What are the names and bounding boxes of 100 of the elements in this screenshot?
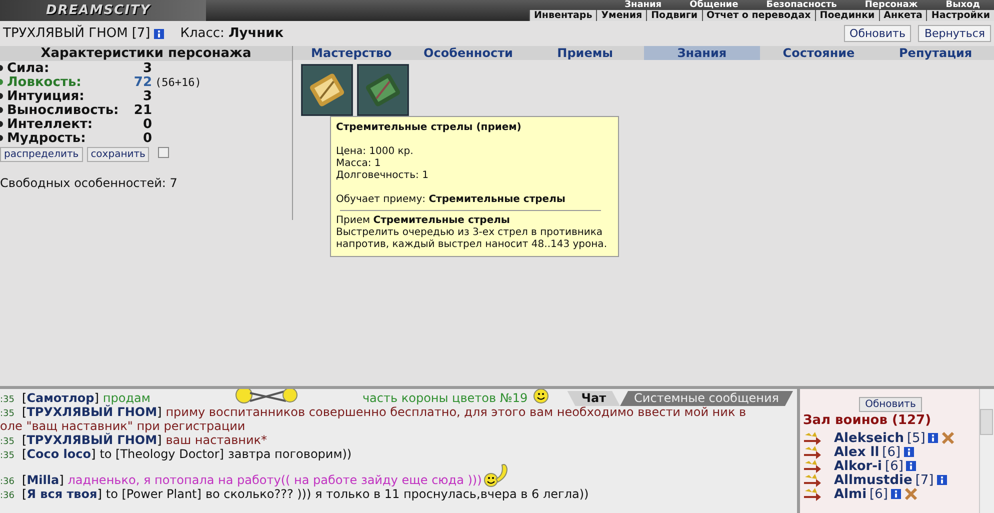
message-text: оле "ващ наставник" при регистрации (0, 419, 246, 433)
info-icon (936, 475, 947, 485)
tab[interactable]: Приемы (526, 46, 644, 60)
player-name[interactable]: Alex ll (834, 444, 880, 460)
message-time: :35 (0, 437, 16, 447)
message-time: :36 (0, 477, 16, 487)
menu-link[interactable]: Анкета (878, 10, 926, 21)
menu-link[interactable]: Инвентарь (528, 10, 596, 21)
player-level: [5] (906, 430, 926, 446)
sender-name[interactable]: [Milla] (22, 473, 64, 487)
player-name[interactable]: Allmustdie (834, 472, 912, 488)
free-points: Свободных особенностей: 7 (0, 176, 178, 190)
cross-icon (941, 431, 956, 445)
info-icon (928, 433, 938, 443)
sender-name[interactable]: [Я вся твоя] (22, 487, 102, 501)
message-text: ладненько, я потопала на работу(( на работе зайду еще сюда ))) (68, 473, 482, 487)
tooltip-line: Масса: 1 (336, 158, 382, 170)
stat-name: Ловкость: (7, 74, 82, 90)
cross-icon (904, 487, 918, 501)
logo: DREAMSCITY (0, 0, 206, 21)
tooltip-line: Долговечность: 1 (336, 170, 430, 182)
smileys-drawing (234, 389, 298, 405)
stats-button[interactable]: распределить (0, 147, 83, 162)
menu-link[interactable]: Подвиги (646, 10, 702, 21)
arrow-icon (803, 458, 821, 474)
arrow-icon (803, 444, 821, 460)
arrow-icon (803, 472, 821, 488)
menu-link[interactable]: Персонаж (850, 0, 932, 10)
info-icon (890, 489, 901, 499)
recipient: to [Theology Doctor] (100, 447, 224, 461)
tooltip-line: Цена: 1000 кр. (336, 146, 414, 158)
arrow-icon (803, 430, 821, 446)
tooltip-line: Прием Стремительные стрелы (336, 215, 511, 227)
scroll-icon (357, 64, 409, 116)
message-text: ваш наставник* (166, 433, 268, 447)
arrow-icon (803, 486, 821, 502)
player-name[interactable]: Alkor-i (834, 458, 882, 474)
chat-tab[interactable]: Системные сообщения (620, 391, 793, 406)
message-time: :35 (0, 451, 16, 461)
class-label: Класс: (180, 26, 224, 41)
tab[interactable]: Особенности (410, 46, 527, 60)
menu-link[interactable]: Выход (932, 0, 994, 10)
stat-value: 0 (142, 116, 152, 132)
tab[interactable]: Репутация (877, 46, 994, 60)
player-level: [7] (915, 472, 934, 488)
message-text: во сколько??? ))) я только в 11 проснулась,вчера в 6 легла)) (205, 487, 589, 501)
tooltip-title: Стремительные стрелы (прием) (336, 122, 522, 134)
menu-link[interactable]: Настройки (926, 10, 994, 21)
player-name[interactable]: Alekseich (834, 430, 904, 446)
menu-link[interactable]: Поединки (814, 10, 879, 21)
character-name: ТРУХЛЯВЫЙ ГНОМ (3, 26, 128, 41)
message-text: приму воспитанников совершенно бесплатно, для этого вам необходимо ввести мой ник в (166, 405, 746, 419)
tab[interactable]: Состояние (760, 46, 878, 60)
sender-name[interactable]: [ТРУХЛЯВЫЙ ГНОМ] (22, 405, 162, 419)
character-level: [7] (132, 26, 150, 41)
stat-value: 72 (132, 74, 152, 90)
stat-value: 21 (132, 102, 152, 118)
waving-smiley-icon (482, 462, 510, 487)
sender-name[interactable]: [ТРУХЛЯВЫЙ ГНОМ] (22, 433, 162, 447)
stat-name: Интеллект: (7, 116, 94, 132)
menu-link[interactable]: Общение (676, 0, 752, 10)
stat-name: Интуиция: (7, 88, 86, 104)
info-icon (906, 461, 916, 471)
menu-link[interactable]: Умения (596, 10, 646, 21)
sender-name[interactable]: [Самотлор] (22, 391, 99, 405)
refresh-button[interactable]: Обновить (859, 397, 922, 412)
menu-link[interactable]: Отчет о переводах (702, 10, 815, 21)
message-text: часть короны цветов №19 (362, 391, 528, 405)
stat-value: 3 (142, 60, 152, 76)
tooltip-line: Обучает приему: Стремительные стрелы (336, 194, 566, 206)
class-name: Лучник (228, 26, 284, 41)
menu-link[interactable]: Безопасность (752, 0, 851, 10)
stat-name: Выносливость: (7, 102, 120, 118)
hall-title: Зал воинов (127) (803, 413, 932, 428)
recipient: to [Power Plant] (106, 487, 202, 501)
player-level: [6] (885, 458, 904, 474)
tab[interactable]: Мастерство (293, 46, 410, 60)
message-text: завтра поговорим)) (228, 447, 352, 461)
stat-name: Сила: (7, 60, 50, 76)
message-text: продам (102, 391, 150, 405)
checkbox[interactable] (158, 147, 170, 158)
player-level: [6] (882, 444, 901, 460)
player-name[interactable]: Almi (834, 486, 867, 502)
menu-link[interactable]: Знания (610, 0, 676, 10)
message-time: :35 (0, 409, 16, 419)
message-time: :36 (0, 491, 16, 501)
scrollbar[interactable] (979, 389, 994, 513)
header-button[interactable]: Вернуться (918, 25, 991, 42)
info-icon (904, 447, 914, 457)
stats-button[interactable]: сохранить (86, 147, 150, 162)
tab[interactable]: Знания (644, 46, 760, 60)
tooltip-description: Выстрелить очередью из 3-ех стрел в противника напротив, каждый выстрел наносит 48..143 урона. (336, 227, 608, 251)
message-time: :35 (0, 395, 16, 405)
sender-name[interactable]: [Coco loco] (22, 447, 96, 461)
smiley-icon (532, 389, 550, 405)
stat-name: Мудрость: (7, 130, 87, 146)
scroll-icon (301, 64, 353, 116)
stat-bonus: (56+16) (155, 76, 202, 88)
chat-tab[interactable]: Чат (567, 391, 620, 406)
header-button[interactable]: Обновить (844, 25, 912, 42)
